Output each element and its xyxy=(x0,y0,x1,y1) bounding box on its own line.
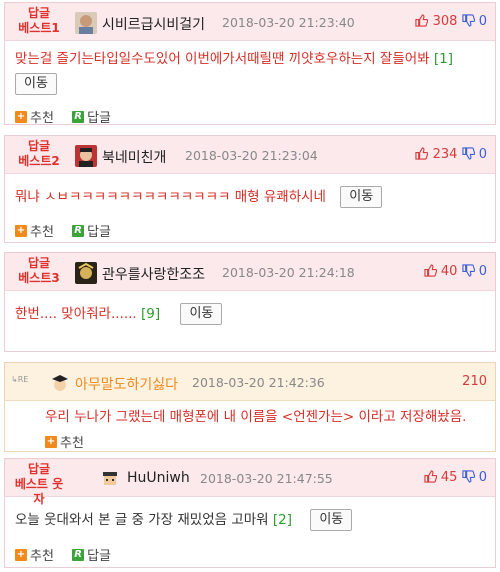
move-button[interactable]: 이동 xyxy=(340,186,383,208)
comment-text: 오늘 웃대와서 본 글 중 가장 재밌었음 고마워 xyxy=(15,512,269,528)
nickname[interactable]: 시비르급시비걸기 xyxy=(102,14,205,34)
comment-header: 답글 베스트 웃자 HuUniwh 2018-03-20 21:47:55 45… xyxy=(5,459,495,506)
recommend-button[interactable]: + 추천 xyxy=(15,545,54,564)
comment-card: 답글 베스트1 시비르급시비걸기 2018-03-20 21:23:40 308… xyxy=(4,2,496,126)
down-count: 0 xyxy=(478,264,487,279)
timestamp: 2018-03-20 21:23:40 xyxy=(222,15,355,30)
reply-arrow-icon: ↳RE xyxy=(11,375,29,384)
down-count: 0 xyxy=(478,147,487,162)
move-button[interactable]: 이동 xyxy=(15,73,57,95)
thumbs-down-icon[interactable] xyxy=(461,147,479,162)
avatar[interactable] xyxy=(75,12,97,34)
comment-body: 오늘 웃대와서 본 글 중 가장 재밌었음 고마워 [2] 이동 xyxy=(5,497,495,531)
comment-header: 답글 베스트2 북네미친개 2018-03-20 21:23:04 234 0 xyxy=(5,136,495,174)
up-count: 40 xyxy=(440,264,458,279)
reply-button[interactable]: R 답글 xyxy=(72,221,111,240)
recommend-button[interactable]: + 추천 xyxy=(45,432,84,451)
avatar[interactable] xyxy=(99,468,121,490)
reply-icon: R xyxy=(72,224,85,237)
comment-actions: + 추천 R 답글 xyxy=(15,107,125,126)
timestamp: 2018-03-20 21:47:55 xyxy=(200,471,333,486)
comment-text: 한번.... 맞아줘라...... xyxy=(15,306,137,322)
reply-count[interactable]: [2] xyxy=(273,512,292,528)
comment-header: 답글 베스트1 시비르급시비걸기 2018-03-20 21:23:40 308… xyxy=(5,3,495,41)
thumbs-down-icon[interactable] xyxy=(461,470,479,485)
thumbs-up-icon[interactable] xyxy=(415,147,432,162)
up-count: 210 xyxy=(462,374,487,389)
best-badge: 답글 베스트3 xyxy=(18,256,60,285)
best-badge: 답글 베스트2 xyxy=(18,139,60,168)
avatar[interactable] xyxy=(75,262,97,284)
best-badge: 답글 베스트1 xyxy=(18,6,60,35)
reply-button[interactable]: R 답글 xyxy=(72,107,111,126)
up-count: 308 xyxy=(432,14,458,29)
reply-icon: R xyxy=(72,548,85,561)
comment-actions: + 추천 R 답글 xyxy=(15,221,125,240)
avatar[interactable] xyxy=(75,145,97,167)
nickname[interactable]: 북네미친개 xyxy=(102,147,166,167)
vote-counts: 234 0 xyxy=(415,147,487,162)
nickname[interactable]: 관우를사랑한조조 xyxy=(102,264,205,284)
recommend-button[interactable]: + 추천 xyxy=(15,107,54,126)
thumbs-down-icon[interactable] xyxy=(461,14,479,29)
thumbs-down-icon[interactable] xyxy=(461,264,479,279)
recommend-button[interactable]: + 추천 xyxy=(15,221,54,240)
timestamp: 2018-03-20 21:24:18 xyxy=(222,265,355,280)
vote-counts: 210 xyxy=(462,374,487,389)
reply-count[interactable]: [9] xyxy=(141,306,160,322)
reply-card: ↳RE 아무말도하기싫다 2018-03-20 21:42:36 210 우리 … xyxy=(4,362,496,452)
down-count: 0 xyxy=(478,470,487,485)
nickname[interactable]: HuUniwh xyxy=(127,470,190,486)
avatar[interactable] xyxy=(49,372,71,394)
thumbs-up-icon[interactable] xyxy=(424,264,441,279)
comment-actions: + 추천 xyxy=(45,432,98,451)
comment-text: 맞는걸 즐기는타입일수도있어 이번에가서때릴땐 끼얏호우하는지 잘들어봐 xyxy=(15,51,430,67)
reply-button[interactable]: R 답글 xyxy=(72,545,111,564)
nickname[interactable]: 아무말도하기싫다 xyxy=(75,374,178,394)
comment-text: 우리 누나가 그랬는데 매형폰에 내 이름을 <언젠가는> 이라고 저장해놨음. xyxy=(45,409,467,425)
vote-counts: 45 0 xyxy=(424,470,487,485)
vote-counts: 308 0 xyxy=(415,14,487,29)
comment-actions: + 추천 R 답글 xyxy=(15,545,125,564)
plus-icon: + xyxy=(15,224,27,237)
move-button[interactable]: 이동 xyxy=(310,509,353,531)
comment-card: 답글 베스트 웃자 HuUniwh 2018-03-20 21:47:55 45… xyxy=(4,458,496,568)
move-button[interactable]: 이동 xyxy=(180,303,223,325)
comment-card: 답글 베스트3 관우를사랑한조조 2018-03-20 21:24:18 40 … xyxy=(4,252,496,352)
down-count: 0 xyxy=(478,14,487,29)
timestamp: 2018-03-20 21:23:04 xyxy=(185,148,318,163)
vote-counts: 40 0 xyxy=(424,264,487,279)
plus-icon: + xyxy=(15,110,27,123)
best-badge: 답글 베스트 웃자 xyxy=(14,462,64,506)
comment-body: 한번.... 맞아줘라...... [9] 이동 xyxy=(5,291,495,325)
reply-icon: R xyxy=(72,110,85,123)
comment-card: 답글 베스트2 북네미친개 2018-03-20 21:23:04 234 0 … xyxy=(4,135,496,243)
plus-icon: + xyxy=(45,435,57,448)
reply-count[interactable]: [1] xyxy=(434,51,453,67)
thumbs-up-icon[interactable] xyxy=(424,470,441,485)
plus-icon: + xyxy=(15,548,27,561)
up-count: 234 xyxy=(432,147,458,162)
comment-text: 뭐냐 ㅅㅂㅋㅋㅋㅋㅋㅋㅋㅋㅋㅋㅋㅋㅋ 매형 유쾌하시네 xyxy=(15,189,326,205)
comment-body: 우리 누나가 그랬는데 매형폰에 내 이름을 <언젠가는> 이라고 저장해놨음. xyxy=(5,401,495,427)
up-count: 45 xyxy=(440,470,458,485)
timestamp: 2018-03-20 21:42:36 xyxy=(192,375,325,390)
comment-body: 뭐냐 ㅅㅂㅋㅋㅋㅋㅋㅋㅋㅋㅋㅋㅋㅋㅋ 매형 유쾌하시네 이동 xyxy=(5,174,495,208)
thumbs-up-icon[interactable] xyxy=(415,14,432,29)
comment-header: 답글 베스트3 관우를사랑한조조 2018-03-20 21:24:18 40 … xyxy=(5,253,495,291)
comment-body: 맞는걸 즐기는타입일수도있어 이번에가서때릴땐 끼얏호우하는지 잘들어봐 [1]… xyxy=(5,41,495,95)
comment-header: ↳RE 아무말도하기싫다 2018-03-20 21:42:36 210 xyxy=(5,363,495,401)
